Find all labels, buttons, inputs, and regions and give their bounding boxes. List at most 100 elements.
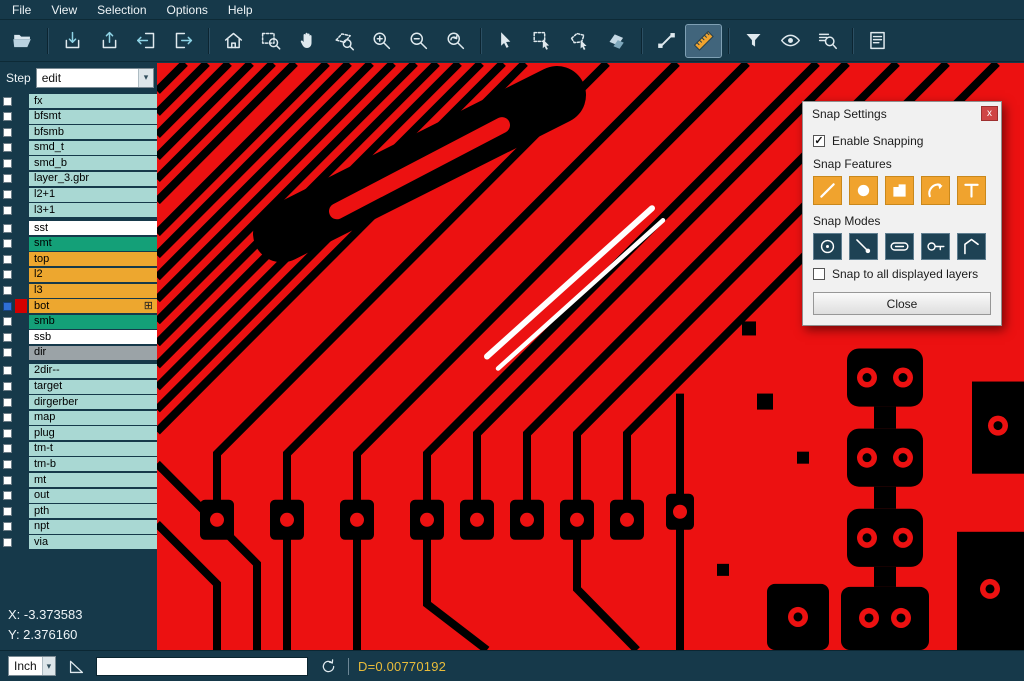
line-tool-button[interactable] [649,25,684,57]
layer-visibility-checkbox[interactable] [3,398,12,407]
layer-name[interactable]: l2+1 [29,188,157,202]
layer-name[interactable]: l3+1 [29,203,157,217]
layer-visibility-checkbox[interactable] [3,174,12,183]
zoom-in-button[interactable] [364,25,399,57]
layer-name[interactable]: tm-t [29,442,157,456]
layer-row-dirgerber[interactable]: dirgerber [0,395,157,409]
layer-name[interactable]: smd_b [29,156,157,170]
select-polygon-button[interactable] [562,25,597,57]
layer-row-tm-b[interactable]: tm-b [0,457,157,471]
layer-name[interactable]: mt [29,473,157,487]
dialog-close-button[interactable]: x [981,106,998,121]
layer-name[interactable]: bfsmt [29,110,157,124]
menu-view[interactable]: View [41,0,87,19]
layer-name[interactable]: smd_t [29,141,157,155]
mode-slot-button[interactable] [885,233,914,260]
layer-row-out[interactable]: out [0,489,157,503]
layer-row-map[interactable]: map [0,411,157,425]
layer-row-l3[interactable]: l3 [0,284,157,298]
layer-name[interactable]: out [29,489,157,503]
mode-key-button[interactable] [921,233,950,260]
panel-down-button[interactable] [55,25,90,57]
layer-row-tm-t[interactable]: tm-t [0,442,157,456]
menu-options[interactable]: Options [157,0,218,19]
layer-row-layer_3.gbr[interactable]: layer_3.gbr [0,172,157,186]
layer-name[interactable]: l2 [29,268,157,282]
refresh-icon[interactable] [317,655,339,677]
home-button[interactable] [216,25,251,57]
layer-visibility-checkbox[interactable] [3,382,12,391]
layer-name[interactable]: via [29,535,157,549]
layer-row-target[interactable]: target [0,380,157,394]
chevron-down-icon[interactable]: ▾ [42,657,55,675]
layer-name[interactable]: smt [29,237,157,251]
layer-name[interactable]: target [29,380,157,394]
layer-row-bot[interactable]: bot⊞ [0,299,157,313]
snap-all-layers-checkbox[interactable] [813,268,825,280]
mode-center-button[interactable] [813,233,842,260]
layer-name[interactable]: ssb [29,330,157,344]
layer-row-fx[interactable]: fx [0,94,157,108]
show-eye-button[interactable] [773,25,808,57]
layer-visibility-checkbox[interactable] [3,190,12,199]
mode-corner-button[interactable] [957,233,986,260]
layer-name[interactable]: bot⊞ [29,299,157,313]
layer-visibility-checkbox[interactable] [3,444,12,453]
layer-row-2dir--[interactable]: 2dir-- [0,364,157,378]
layer-row-smd_b[interactable]: smd_b [0,156,157,170]
command-input[interactable] [96,657,308,676]
layer-row-smt[interactable]: smt [0,237,157,251]
mode-endpoint-button[interactable] [849,233,878,260]
layer-name[interactable]: pth [29,504,157,518]
layer-visibility-checkbox[interactable] [3,255,12,264]
close-button[interactable]: Close [813,292,991,315]
layer-row-l3+1[interactable]: l3+1 [0,203,157,217]
layer-visibility-checkbox[interactable] [3,112,12,121]
layer-visibility-checkbox[interactable] [3,366,12,375]
layer-visibility-checkbox[interactable] [3,224,12,233]
layer-visibility-checkbox[interactable] [3,206,12,215]
layer-visibility-checkbox[interactable] [3,348,12,357]
enable-snapping-row[interactable]: ✓ Enable Snapping [813,134,991,148]
layer-name[interactable]: dirgerber [29,395,157,409]
layer-name[interactable]: l3 [29,284,157,298]
layer-visibility-checkbox[interactable] [3,333,12,342]
layer-row-ssb[interactable]: ssb [0,330,157,344]
open-folder-button[interactable] [5,25,40,57]
layer-row-smd_t[interactable]: smd_t [0,141,157,155]
layer-visibility-checkbox[interactable] [3,522,12,531]
measure-ruler-button[interactable] [686,25,721,57]
layer-name[interactable]: bfsmb [29,125,157,139]
zoom-fit-button[interactable] [253,25,288,57]
zoom-previous-button[interactable] [438,25,473,57]
layer-visibility-checkbox[interactable] [3,159,12,168]
layer-visibility-checkbox[interactable] [3,507,12,516]
snap-pad-button[interactable] [849,176,878,205]
layer-row-bfsmb[interactable]: bfsmb [0,125,157,139]
layer-row-l2[interactable]: l2 [0,268,157,282]
layer-row-mt[interactable]: mt [0,473,157,487]
find-button[interactable] [810,25,845,57]
layer-row-pth[interactable]: pth [0,504,157,518]
pan-hand-button[interactable] [290,25,325,57]
transform-button[interactable] [599,25,634,57]
report-button[interactable] [860,25,895,57]
snap-surface-button[interactable] [885,176,914,205]
layer-name[interactable]: map [29,411,157,425]
layer-name[interactable]: dir [29,346,157,360]
zoom-window-button[interactable] [327,25,362,57]
snap-all-layers-row[interactable]: Snap to all displayed layers [813,267,991,281]
layer-row-sst[interactable]: sst [0,221,157,235]
menu-file[interactable]: File [2,0,41,19]
snap-line-button[interactable] [813,176,842,205]
layer-visibility-checkbox[interactable] [3,429,12,438]
layer-visibility-checkbox[interactable] [3,286,12,295]
layer-name[interactable]: top [29,252,157,266]
layer-name[interactable]: layer_3.gbr [29,172,157,186]
pointer-button[interactable] [488,25,523,57]
snap-text-button[interactable] [957,176,986,205]
panel-left-button[interactable] [129,25,164,57]
enable-snapping-checkbox[interactable]: ✓ [813,135,825,147]
layer-visibility-checkbox[interactable] [3,491,12,500]
layer-visibility-checkbox[interactable] [3,239,12,248]
